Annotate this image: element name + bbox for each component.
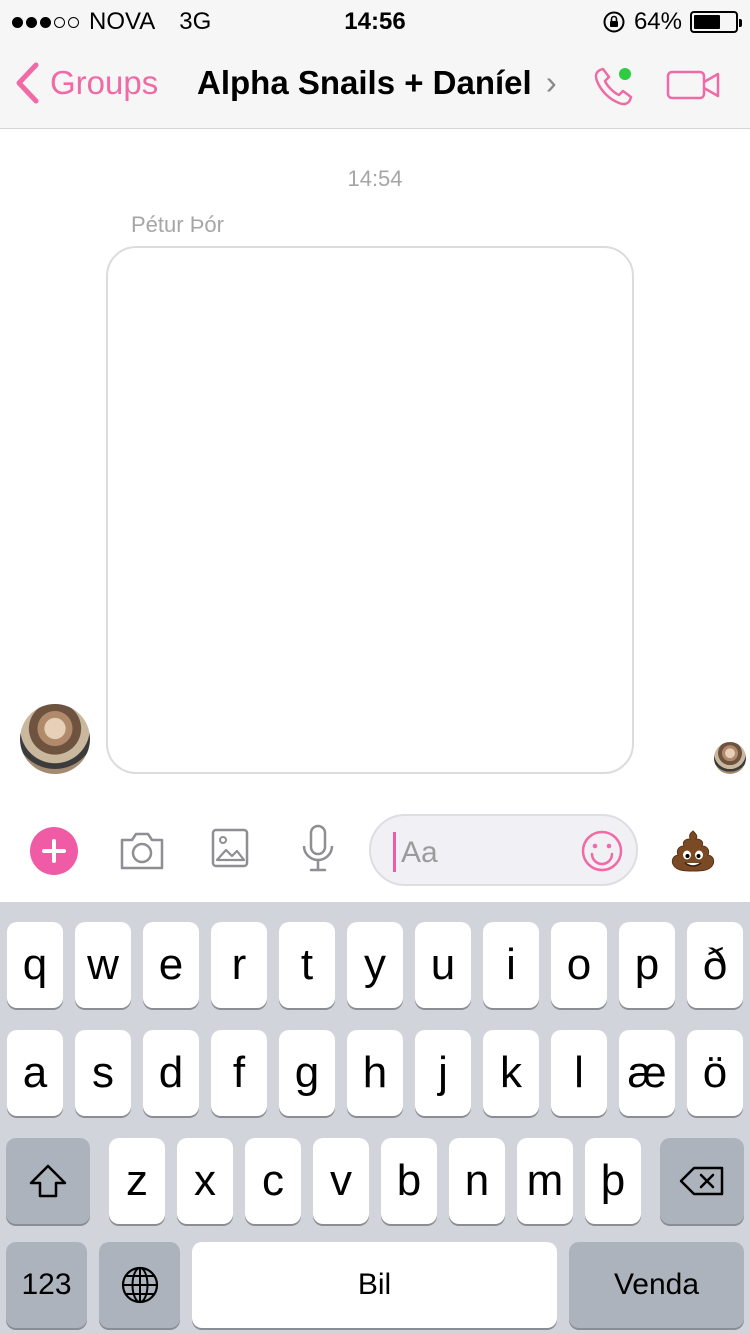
key-h[interactable]: h [347, 1030, 403, 1116]
key-u[interactable]: u [415, 922, 471, 1008]
camera-button[interactable] [118, 828, 166, 872]
rotation-lock-icon [603, 11, 625, 33]
key-a[interactable]: a [7, 1030, 63, 1116]
key-ð[interactable]: ð [687, 922, 743, 1008]
key-r[interactable]: r [211, 922, 267, 1008]
key-n[interactable]: n [449, 1138, 505, 1224]
gallery-icon [211, 828, 249, 868]
battery-level-fill [694, 15, 720, 29]
key-j[interactable]: j [415, 1030, 471, 1116]
battery-icon [690, 11, 742, 33]
key-þ[interactable]: þ [585, 1138, 641, 1224]
plus-icon [42, 839, 66, 863]
key-ö[interactable]: ö [687, 1030, 743, 1116]
voice-call-button[interactable] [590, 62, 640, 108]
video-call-button[interactable] [666, 68, 722, 102]
key-w[interactable]: w [75, 922, 131, 1008]
keyboard: qwertyuiopð asdfghjklæö zxcvbnmþ 123 Bil… [0, 902, 750, 1334]
numbers-key[interactable]: 123 [6, 1242, 87, 1328]
camera-icon [120, 832, 164, 870]
key-g[interactable]: g [279, 1030, 335, 1116]
conversation-title[interactable]: Alpha Snails + Daníel › [197, 64, 557, 102]
key-x[interactable]: x [177, 1138, 233, 1224]
message-input-placeholder: Aa [401, 836, 438, 869]
key-æ[interactable]: æ [619, 1030, 675, 1116]
key-t[interactable]: t [279, 922, 335, 1008]
key-e[interactable]: e [143, 922, 199, 1008]
poo-emoji-icon [671, 830, 715, 872]
key-y[interactable]: y [347, 922, 403, 1008]
quick-reaction-button[interactable] [670, 828, 716, 874]
key-d[interactable]: d [143, 1030, 199, 1116]
message-timestamp: 14:54 [347, 166, 403, 191]
emoji-button[interactable] [580, 829, 624, 873]
video-camera-icon [666, 70, 720, 100]
key-k[interactable]: k [483, 1030, 539, 1116]
composer-bar: Aa [0, 800, 750, 902]
status-bar: NOVA 3G 14:56 64% [0, 0, 750, 40]
key-l[interactable]: l [551, 1030, 607, 1116]
chevron-right-icon: › [545, 64, 557, 101]
back-button[interactable]: Groups [14, 62, 158, 104]
key-p[interactable]: p [619, 922, 675, 1008]
key-s[interactable]: s [75, 1030, 131, 1116]
key-i[interactable]: i [483, 922, 539, 1008]
active-dot [619, 68, 631, 80]
microphone-icon [302, 824, 334, 872]
phone-icon [594, 67, 633, 106]
message-bubble-image[interactable] [106, 246, 634, 774]
sender-name: Pétur Þór [131, 212, 224, 237]
voice-message-button[interactable] [300, 824, 336, 872]
key-q[interactable]: q [7, 922, 63, 1008]
key-c[interactable]: c [245, 1138, 301, 1224]
key-v[interactable]: v [313, 1138, 369, 1224]
key-b[interactable]: b [381, 1138, 437, 1224]
backspace-key[interactable] [660, 1138, 744, 1224]
globe-key[interactable] [99, 1242, 180, 1328]
key-z[interactable]: z [109, 1138, 165, 1224]
battery-percent: 64% [633, 8, 682, 35]
key-m[interactable]: m [517, 1138, 573, 1224]
gallery-button[interactable] [211, 828, 249, 868]
return-key[interactable]: Venda [569, 1242, 744, 1328]
conversation-title-text: Alpha Snails + Daníel [197, 64, 532, 101]
key-f[interactable]: f [211, 1030, 267, 1116]
message-input[interactable]: Aa [369, 814, 638, 886]
backspace-icon [679, 1166, 724, 1196]
messenger-screen: NOVA 3G 14:56 64% Groups Alpha Snails + … [0, 0, 750, 1334]
globe-icon [121, 1266, 158, 1304]
back-label: Groups [50, 64, 159, 101]
smiley-icon [581, 830, 623, 872]
shift-key[interactable] [6, 1138, 90, 1224]
read-receipt-avatar [714, 742, 746, 774]
chevron-left-icon [16, 62, 39, 104]
text-caret [393, 832, 396, 872]
shift-arrow-icon [29, 1164, 67, 1198]
more-options-button[interactable] [30, 827, 78, 875]
key-o[interactable]: o [551, 922, 607, 1008]
sender-avatar[interactable] [20, 704, 90, 774]
status-right: 64% [602, 8, 742, 36]
nav-bar: Groups Alpha Snails + Daníel › [0, 40, 750, 129]
space-key[interactable]: Bil [192, 1242, 557, 1328]
